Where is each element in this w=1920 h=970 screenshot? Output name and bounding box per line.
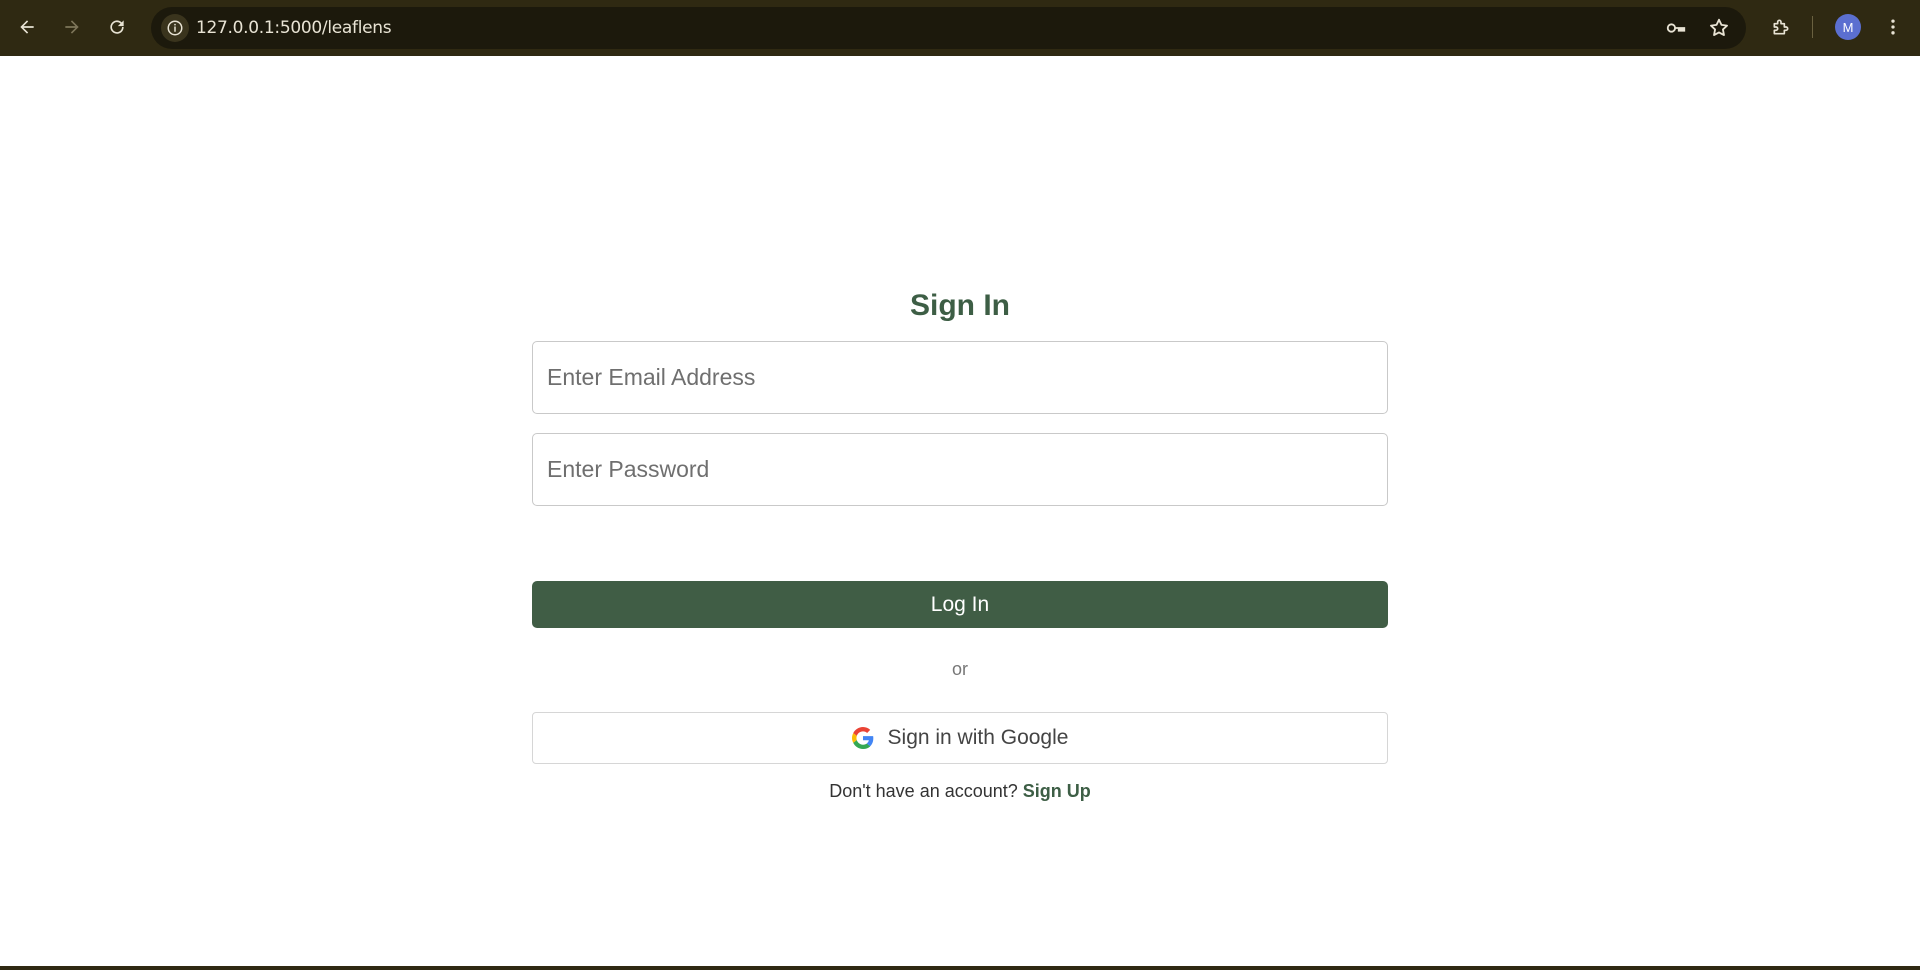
back-icon[interactable] — [13, 13, 41, 41]
extensions-icon[interactable] — [1767, 13, 1795, 41]
site-info-icon[interactable] — [161, 14, 189, 42]
password-field[interactable] — [532, 433, 1388, 506]
toolbar-divider — [1812, 16, 1813, 38]
google-signin-button[interactable]: Sign in with Google — [532, 712, 1388, 764]
window-bottom-border — [0, 966, 1920, 970]
signup-link[interactable]: Sign Up — [1023, 781, 1091, 801]
profile-avatar[interactable]: M — [1835, 14, 1861, 40]
address-bar[interactable]: 127.0.0.1:5000/leaflens — [151, 7, 1746, 49]
browser-toolbar: 127.0.0.1:5000/leaflens M — [0, 0, 1920, 56]
url-text[interactable]: 127.0.0.1:5000/leaflens — [196, 7, 392, 49]
google-signin-label: Sign in with Google — [887, 726, 1069, 749]
no-account-text: Don't have an account? — [829, 781, 1018, 801]
password-key-icon[interactable] — [1665, 18, 1687, 38]
reload-icon[interactable] — [103, 13, 131, 41]
login-button[interactable]: Log In — [532, 581, 1388, 628]
signin-form: Sign In Log In or Sign in with Google Do… — [532, 281, 1388, 801]
bookmark-star-icon[interactable] — [1708, 18, 1730, 38]
page-body: Sign In Log In or Sign in with Google Do… — [0, 56, 1920, 970]
page-title: Sign In — [910, 289, 1010, 322]
or-divider: or — [951, 659, 968, 679]
forward-icon[interactable] — [58, 13, 86, 41]
signup-prompt: Don't have an account? Sign Up — [532, 781, 1388, 802]
email-field[interactable] — [532, 341, 1388, 414]
google-icon — [851, 727, 874, 749]
menu-icon[interactable] — [1879, 13, 1907, 41]
